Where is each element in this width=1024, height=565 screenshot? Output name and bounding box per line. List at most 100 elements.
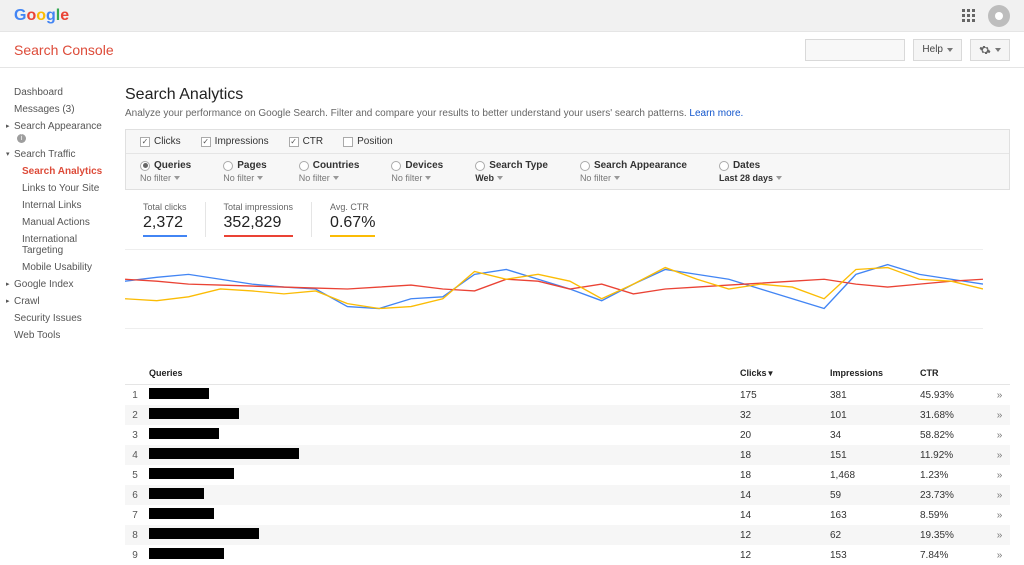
row-index: 8 [125, 525, 145, 545]
row-impressions: 163 [826, 505, 916, 525]
metric-ctr[interactable]: ✓CTR [289, 136, 324, 147]
row-impressions: 62 [826, 525, 916, 545]
table-row[interactable]: 3203458.82%» [125, 425, 1010, 445]
row-ctr: 31.68% [916, 405, 986, 425]
row-impressions: 381 [826, 385, 916, 406]
sidebar: Dashboard Messages (3) Search Appearance… [0, 68, 115, 565]
dim-pages-radio[interactable] [223, 161, 233, 171]
dim-queries-radio[interactable] [140, 161, 150, 171]
table-row[interactable]: 117538145.93%» [125, 385, 1010, 406]
sidebar-security[interactable]: Security Issues [14, 310, 109, 327]
dim-dates-radio[interactable] [719, 161, 729, 171]
sort-desc-icon: ▼ [767, 369, 775, 378]
metric-impressions[interactable]: ✓Impressions [201, 136, 269, 147]
row-open-icon[interactable]: » [997, 510, 1000, 521]
learn-more-link[interactable]: Learn more. [689, 108, 743, 119]
row-index: 1 [125, 385, 145, 406]
apps-icon[interactable] [962, 9, 976, 23]
row-open-icon[interactable]: » [997, 450, 1000, 461]
product-name[interactable]: Search Console [14, 42, 114, 58]
row-query [145, 385, 736, 406]
row-open-icon[interactable]: » [997, 490, 1000, 501]
sidebar-mobile-usability[interactable]: Mobile Usability [22, 259, 109, 276]
property-search-input[interactable] [805, 39, 905, 61]
row-clicks: 14 [736, 485, 826, 505]
row-open-icon[interactable]: » [997, 430, 1000, 441]
row-open-icon[interactable]: » [997, 390, 1000, 401]
dim-searchapp-label: Search Appearance [594, 160, 687, 171]
table-row[interactable]: 41815111.92%» [125, 445, 1010, 465]
row-impressions: 1,468 [826, 465, 916, 485]
page-title: Search Analytics [125, 86, 1010, 104]
dim-searchtype-label: Search Type [489, 160, 548, 171]
dim-countries-filter[interactable]: No filter [299, 173, 360, 183]
sidebar-intl-targeting[interactable]: International Targeting [22, 231, 109, 259]
sidebar-internal-links[interactable]: Internal Links [22, 197, 109, 214]
row-index: 9 [125, 545, 145, 565]
row-index: 7 [125, 505, 145, 525]
th-queries[interactable]: Queries [145, 362, 736, 385]
google-logo[interactable]: Google [14, 7, 69, 25]
dim-queries-label: Queries [154, 160, 191, 171]
dim-devices-label: Devices [405, 160, 443, 171]
table-row[interactable]: 6145923.73%» [125, 485, 1010, 505]
row-open-icon[interactable]: » [997, 550, 1000, 561]
row-impressions: 59 [826, 485, 916, 505]
settings-button[interactable] [970, 39, 1010, 61]
dim-searchapp-filter[interactable]: No filter [580, 173, 687, 183]
table-row[interactable]: 5181,4681.23%» [125, 465, 1010, 485]
sidebar-search-appearance[interactable]: Search Appearancei [14, 118, 109, 146]
help-button[interactable]: Help [913, 39, 962, 61]
row-query [145, 545, 736, 565]
row-index: 2 [125, 405, 145, 425]
row-ctr: 8.59% [916, 505, 986, 525]
sidebar-search-traffic[interactable]: Search Traffic [14, 146, 109, 163]
table-row[interactable]: 9121537.84%» [125, 545, 1010, 565]
sidebar-search-analytics[interactable]: Search Analytics [22, 163, 109, 180]
sidebar-manual-actions[interactable]: Manual Actions [22, 214, 109, 231]
row-open-icon[interactable]: » [997, 470, 1000, 481]
th-clicks[interactable]: Clicks▼ [736, 362, 826, 385]
th-impressions[interactable]: Impressions [826, 362, 916, 385]
row-query [145, 465, 736, 485]
info-icon: i [17, 134, 26, 143]
sidebar-links-to-site[interactable]: Links to Your Site [22, 180, 109, 197]
dim-devices-filter[interactable]: No filter [391, 173, 443, 183]
dim-searchtype-filter[interactable]: Web [475, 173, 548, 183]
th-ctr[interactable]: CTR [916, 362, 986, 385]
row-clicks: 18 [736, 445, 826, 465]
row-query [145, 405, 736, 425]
row-clicks: 12 [736, 545, 826, 565]
sidebar-crawl[interactable]: Crawl [14, 293, 109, 310]
metric-position[interactable]: Position [343, 136, 393, 147]
row-clicks: 32 [736, 405, 826, 425]
dim-dates-label: Dates [733, 160, 760, 171]
row-open-icon[interactable]: » [997, 530, 1000, 541]
trend-chart [125, 249, 983, 329]
metric-clicks[interactable]: ✓Clicks [140, 136, 181, 147]
sidebar-dashboard[interactable]: Dashboard [14, 84, 109, 101]
dim-countries-radio[interactable] [299, 161, 309, 171]
table-row[interactable]: 8126219.35%» [125, 525, 1010, 545]
dim-queries-filter[interactable]: No filter [140, 173, 191, 183]
row-query [145, 525, 736, 545]
top-bar: Google [0, 0, 1024, 32]
dim-searchtype-radio[interactable] [475, 161, 485, 171]
row-ctr: 58.82% [916, 425, 986, 445]
row-clicks: 12 [736, 525, 826, 545]
row-open-icon[interactable]: » [997, 410, 1000, 421]
table-row[interactable]: 23210131.68%» [125, 405, 1010, 425]
sidebar-google-index[interactable]: Google Index [14, 276, 109, 293]
row-impressions: 151 [826, 445, 916, 465]
dim-countries-label: Countries [313, 160, 360, 171]
dim-dates-filter[interactable]: Last 28 days [719, 173, 782, 183]
sidebar-webtools[interactable]: Web Tools [14, 327, 109, 344]
account-avatar[interactable] [988, 5, 1010, 27]
queries-table: Queries Clicks▼ Impressions CTR 11753814… [125, 362, 1010, 565]
page-description: Analyze your performance on Google Searc… [125, 108, 1010, 119]
sidebar-messages[interactable]: Messages (3) [14, 101, 109, 118]
dim-pages-filter[interactable]: No filter [223, 173, 266, 183]
table-row[interactable]: 7141638.59%» [125, 505, 1010, 525]
dim-searchapp-radio[interactable] [580, 161, 590, 171]
dim-devices-radio[interactable] [391, 161, 401, 171]
